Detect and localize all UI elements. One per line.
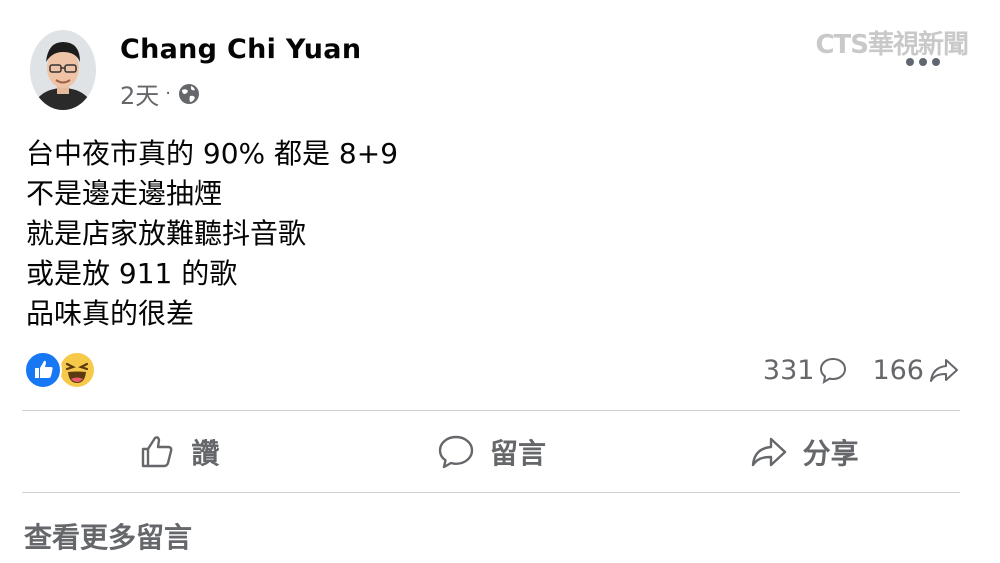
share-icon	[751, 437, 786, 467]
post-text-line: 不是邊走邊抽煙	[26, 177, 223, 210]
author-avatar[interactable]	[30, 30, 96, 110]
divider	[22, 492, 960, 493]
view-more-comments-link[interactable]: 查看更多留言	[24, 516, 192, 556]
share-button[interactable]: 分享	[647, 414, 960, 490]
like-button-label: 讚	[191, 437, 220, 470]
comment-count-value: 331	[762, 354, 815, 386]
comment-icon	[438, 435, 474, 469]
post-text-line: 品味真的很差	[26, 297, 195, 330]
share-button-label: 分享	[802, 437, 859, 470]
meta-separator: ·	[165, 83, 172, 104]
post-time[interactable]: 2天	[120, 76, 159, 111]
post-meta: 2天 ·	[120, 76, 201, 111]
like-reaction-icon	[24, 351, 62, 389]
more-options-icon[interactable]	[906, 58, 940, 66]
comment-button[interactable]: 留言	[335, 414, 648, 490]
post-text-line: 就是店家放難聽抖音歌	[26, 217, 307, 250]
post-text-line: 或是放 911 的歌	[26, 257, 238, 290]
post-content: 台中夜市真的 90% 都是 8+9 不是邊走邊抽煙 就是店家放難聽抖音歌 或是放…	[26, 134, 398, 334]
post-actions: 讚 留言 分享	[22, 414, 960, 490]
comment-count[interactable]: 331	[763, 355, 849, 386]
globe-icon	[177, 82, 201, 106]
haha-reaction-icon	[58, 351, 96, 389]
share-count[interactable]: 166	[872, 355, 960, 386]
facebook-post: Chang Chi Yuan 2天 · CTS華視新聞 台中夜市真的 90% 都…	[0, 0, 1000, 563]
like-button[interactable]: 讚	[22, 414, 335, 490]
share-count-value: 166	[872, 354, 924, 386]
comment-bubble-icon	[820, 357, 847, 385]
author-name[interactable]: Chang Chi Yuan	[120, 34, 361, 65]
reaction-summary[interactable]	[24, 350, 96, 390]
comment-button-label: 留言	[490, 437, 547, 470]
share-arrow-icon	[930, 359, 958, 382]
divider	[22, 410, 960, 411]
engagement-counts: 331 166	[763, 350, 960, 390]
cts-news-watermark: CTS華視新聞	[815, 30, 969, 60]
thumbs-up-icon	[142, 436, 173, 468]
post-text-line: 台中夜市真的 90% 都是 8+9	[26, 137, 399, 170]
